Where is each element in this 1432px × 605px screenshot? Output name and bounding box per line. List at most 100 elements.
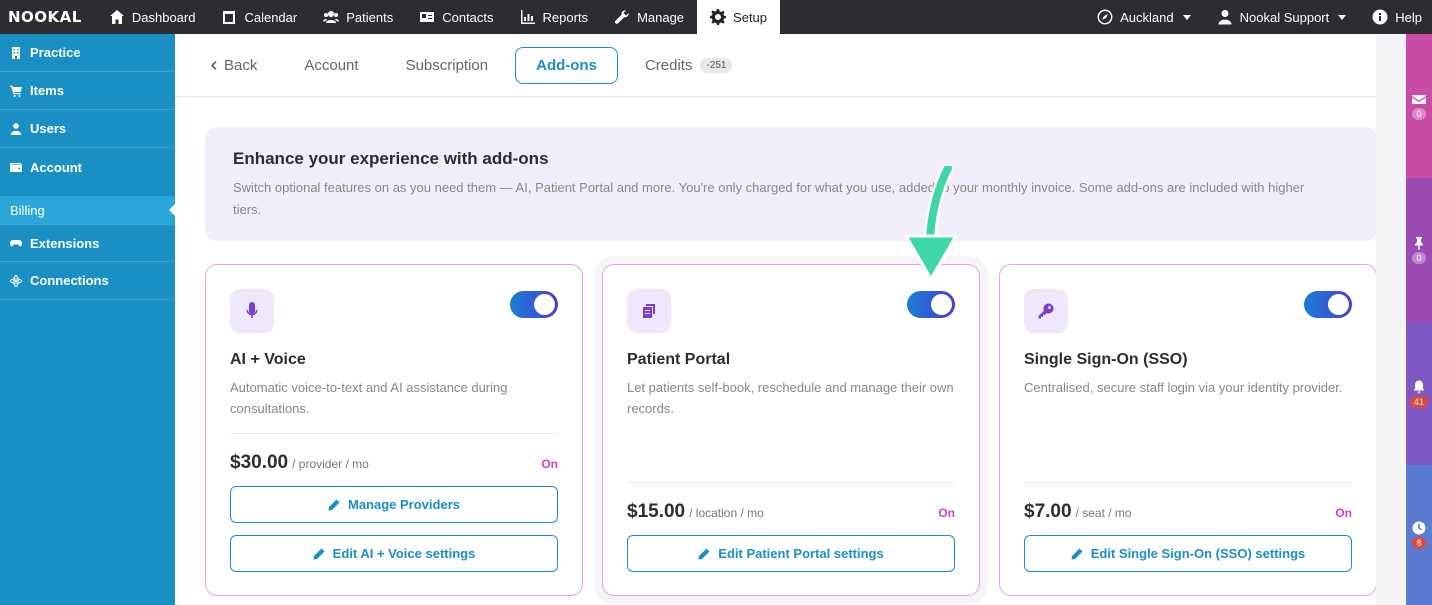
pencil-icon: [1071, 548, 1083, 559]
messages-count: 0: [1412, 108, 1426, 120]
key-icon: [1038, 303, 1054, 319]
pencil-icon: [328, 499, 340, 510]
sidebar-item-label: Users: [30, 121, 67, 136]
nav-manage[interactable]: Manage: [601, 0, 697, 34]
tab-account[interactable]: Account: [284, 48, 378, 83]
addon-title: AI + Voice: [230, 351, 306, 368]
pencil-icon: [313, 548, 325, 559]
sidebar-item-connections[interactable]: Connections: [0, 262, 175, 300]
envelope-icon: [1412, 95, 1426, 104]
button-label: Edit AI + Voice settings: [332, 546, 476, 561]
nav-patients[interactable]: Patients: [310, 0, 406, 34]
addon-price: $7.00: [1024, 501, 1072, 522]
nav-contacts[interactable]: Contacts: [406, 0, 506, 34]
addon-unit: / location / mo: [689, 506, 764, 520]
nav-label: Dashboard: [131, 9, 196, 25]
notifications-count: 41: [1409, 395, 1428, 408]
wallet-icon: [10, 163, 22, 172]
sidebar-item-practice[interactable]: Practice: [0, 34, 175, 72]
nav-dashboard[interactable]: Dashboard: [96, 0, 209, 34]
button-label: Edit Single Sign-On (SSO) settings: [1090, 546, 1306, 561]
addon-icon-box: [627, 289, 671, 333]
rail-history[interactable]: 8: [1406, 465, 1432, 605]
addon-title: Patient Portal: [627, 351, 731, 368]
addon-price-row: $30.00 / provider / mo On: [230, 433, 558, 474]
user-icon: [10, 122, 22, 135]
wrench-icon: [615, 10, 629, 24]
addon-description: Automatic voice-to-text and AI assistanc…: [230, 380, 508, 416]
button-label: Manage Providers: [348, 497, 460, 512]
calendar-icon: [223, 11, 236, 24]
tab-credits[interactable]: Credits -251: [625, 48, 753, 83]
tab-addons[interactable]: Add-ons: [515, 46, 618, 84]
addon-price: $15.00: [627, 501, 686, 522]
sidebar-item-items[interactable]: Items: [0, 72, 175, 110]
tab-subscription[interactable]: Subscription: [386, 48, 509, 83]
content-scroll-area: [1376, 34, 1406, 605]
sidebar-item-account[interactable]: Account: [0, 148, 175, 186]
pin-icon: [1415, 237, 1423, 250]
pointer-arrow-icon: [904, 166, 958, 281]
location-dropdown[interactable]: Auckland: [1084, 0, 1203, 34]
bell-icon: [1413, 380, 1425, 393]
nav-setup[interactable]: Setup: [697, 0, 781, 34]
pins-count: 0: [1412, 252, 1426, 264]
addon-price-row: $7.00 / seat / mo On: [1024, 482, 1352, 523]
addon-card-sso: Single Sign-On (SSO) Centralised, secure…: [999, 264, 1377, 596]
edit-ai-voice-settings-button[interactable]: Edit AI + Voice settings: [230, 535, 558, 572]
nookal-logo[interactable]: NOOKAL: [0, 8, 96, 26]
microphone-icon: [246, 302, 258, 318]
nav-reports[interactable]: Reports: [507, 0, 602, 34]
rail-pins[interactable]: 0: [1406, 178, 1432, 322]
sidebar-item-label: Connections: [30, 273, 109, 288]
setup-sidebar: Practice Items Users Account Billing Ext…: [0, 34, 175, 605]
nav-calendar[interactable]: Calendar: [208, 0, 310, 34]
users-icon: [323, 11, 340, 23]
sidebar-item-extensions[interactable]: Extensions: [0, 224, 175, 262]
sidebar-item-billing[interactable]: Billing: [0, 196, 175, 224]
sidebar-item-label: Items: [30, 83, 64, 98]
rail-notifications[interactable]: 41: [1406, 322, 1432, 465]
addon-card-ai-voice: AI + Voice Automatic voice-to-text and A…: [205, 264, 583, 596]
nav-label: Reports: [542, 9, 589, 25]
addons-banner: Enhance your experience with add-ons Swi…: [205, 127, 1377, 241]
addon-unit: / seat / mo: [1075, 506, 1132, 520]
addon-unit: / provider / mo: [292, 457, 369, 471]
addon-toggle[interactable]: [510, 291, 558, 318]
cart-icon: [10, 85, 22, 97]
addon-status: On: [938, 506, 955, 520]
edit-sso-settings-button[interactable]: Edit Single Sign-On (SSO) settings: [1024, 535, 1352, 572]
user-icon: [1218, 10, 1232, 25]
info-icon: [1372, 9, 1388, 25]
sidebar-item-label: Practice: [30, 45, 81, 60]
portal-icon: [643, 304, 655, 318]
banner-title: Enhance your experience with add-ons: [233, 149, 549, 168]
help-link[interactable]: Help: [1359, 0, 1432, 34]
chevron-down-icon: [1182, 14, 1191, 20]
sidebar-item-users[interactable]: Users: [0, 110, 175, 148]
sidebar-item-label: Account: [30, 159, 82, 175]
manage-providers-button[interactable]: Manage Providers: [230, 486, 558, 523]
chevron-left-icon: [210, 60, 217, 70]
button-label: Edit Patient Portal settings: [718, 546, 884, 561]
edit-patient-portal-settings-button[interactable]: Edit Patient Portal settings: [627, 535, 955, 572]
addon-toggle[interactable]: [1304, 291, 1352, 318]
gear-icon: [710, 9, 727, 25]
addon-toggle[interactable]: [907, 291, 955, 318]
home-icon: [109, 10, 124, 24]
chevron-down-icon: [1338, 14, 1347, 20]
setup-tabs: Back Account Subscription Add-ons Credit…: [175, 34, 1406, 97]
addon-icon-box: [230, 289, 274, 333]
nav-label: Patients: [346, 9, 394, 25]
back-button[interactable]: Back: [205, 48, 277, 83]
user-dropdown[interactable]: Nookal Support: [1204, 0, 1360, 34]
rail-messages[interactable]: 0: [1406, 34, 1432, 178]
history-count: 8: [1412, 537, 1426, 549]
credits-badge: -251: [700, 57, 733, 73]
clock-icon: [1412, 521, 1426, 535]
banner-text: Switch optional features on as you need …: [233, 180, 1305, 217]
addon-card-patient-portal: Patient Portal Let patients self-book, r…: [602, 264, 980, 596]
addon-status: On: [1335, 506, 1352, 520]
location-label: Auckland: [1120, 9, 1174, 25]
